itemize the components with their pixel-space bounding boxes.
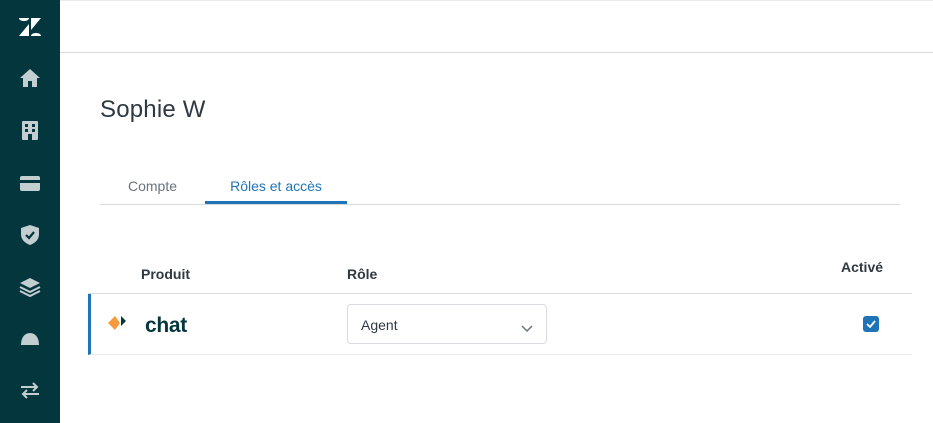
tab-bar: Compte Rôles et accès — [100, 170, 900, 205]
chat-logo-icon — [106, 311, 132, 340]
chevron-down-icon — [521, 320, 533, 336]
column-header-product: Produit — [141, 266, 190, 282]
column-header-active: Activé — [841, 259, 884, 275]
building-icon[interactable] — [0, 110, 60, 150]
checkmark-icon — [866, 320, 876, 328]
credit-card-icon[interactable] — [0, 163, 60, 203]
zendesk-logo[interactable] — [0, 7, 60, 47]
dome-icon[interactable] — [0, 318, 60, 358]
product-cell: chat — [106, 311, 187, 340]
active-checkbox[interactable] — [863, 316, 879, 332]
tab-roles-et-acces[interactable]: Rôles et accès — [205, 170, 347, 204]
role-select-value: Agent — [361, 317, 398, 333]
layers-icon[interactable] — [0, 267, 60, 307]
arrows-exchange-icon[interactable] — [0, 370, 60, 410]
product-sidebar — [0, 0, 60, 423]
product-name: chat — [145, 313, 187, 337]
home-icon[interactable] — [0, 58, 60, 98]
shield-check-icon[interactable] — [0, 215, 60, 255]
tab-compte[interactable]: Compte — [100, 170, 205, 204]
page-title: Sophie W — [100, 96, 206, 123]
table-header: Produit Rôle Activé — [88, 250, 912, 294]
table-row: chat Agent — [88, 294, 912, 355]
role-select[interactable]: Agent — [347, 304, 547, 344]
top-bar — [60, 0, 933, 53]
column-header-role: Rôle — [347, 266, 378, 282]
